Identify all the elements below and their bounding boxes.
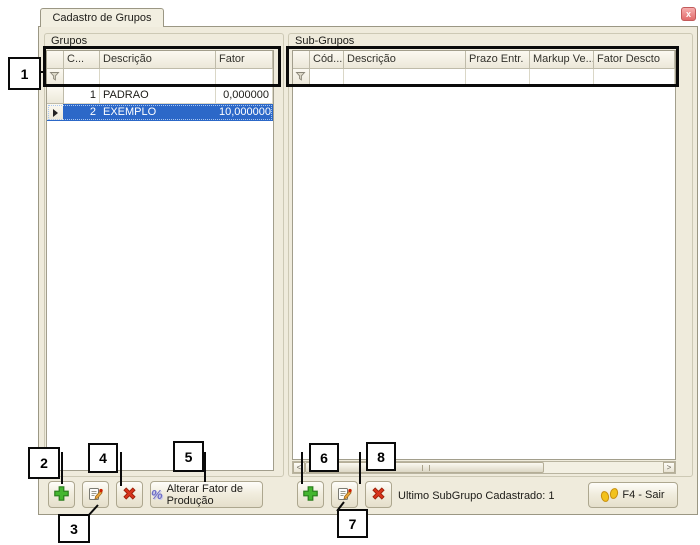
add-icon <box>53 485 70 505</box>
exit-button[interactable]: F4 - Sair <box>588 482 678 508</box>
callout-4: 4 <box>88 443 118 473</box>
tab-cadastro-de-grupos[interactable]: Cadastro de Grupos <box>40 8 164 27</box>
cell-code[interactable]: 2 <box>64 104 100 121</box>
delete-subgroup-button[interactable] <box>365 481 392 508</box>
edit-icon <box>87 485 104 505</box>
groups-grid[interactable]: C... Descrição Fator 1 PADRAO 0,000000 2… <box>46 50 274 471</box>
add-subgroup-button[interactable] <box>297 481 324 508</box>
cell-description[interactable]: EXEMPLO <box>100 104 216 121</box>
callout-7: 7 <box>337 509 368 538</box>
delete-group-button[interactable] <box>116 481 143 508</box>
callout-2: 2 <box>28 447 60 479</box>
cell-code[interactable]: 1 <box>64 87 100 104</box>
delete-icon <box>121 485 138 505</box>
annotation-rect-groups-header <box>43 46 281 87</box>
current-row-arrow-icon <box>53 109 58 117</box>
subgroups-hscrollbar[interactable]: < > <box>292 461 676 474</box>
scrollbar-grip <box>422 465 430 471</box>
status-last-subgroup: Ultimo SubGrupo Cadastrado: 1 <box>398 490 555 502</box>
callout-5: 5 <box>173 441 204 472</box>
table-row[interactable]: 1 PADRAO 0,000000 <box>47 87 273 104</box>
delete-icon <box>370 485 387 505</box>
scroll-right-icon[interactable]: > <box>663 462 675 473</box>
scrollbar-thumb[interactable] <box>305 462 544 473</box>
exit-button-label: F4 - Sair <box>622 489 664 501</box>
row-indicator-current <box>47 104 64 121</box>
tab-label: Cadastro de Grupos <box>52 12 151 24</box>
edit-group-button[interactable] <box>82 481 109 508</box>
cell-factor[interactable]: 10,000000 <box>216 104 273 121</box>
close-icon[interactable]: x <box>681 7 696 21</box>
scroll-left-icon[interactable]: < <box>293 462 305 473</box>
callout-3: 3 <box>58 514 90 543</box>
cell-factor[interactable]: 0,000000 <box>216 87 273 104</box>
alter-factor-label: Alterar Fator de Produção <box>167 483 262 507</box>
row-indicator <box>47 87 64 104</box>
edit-icon <box>336 485 353 505</box>
add-group-button[interactable] <box>48 481 75 508</box>
callout-8: 8 <box>366 442 396 471</box>
add-icon <box>302 485 319 505</box>
footprints-icon <box>601 488 618 502</box>
alter-production-factor-button[interactable]: % Alterar Fator de Produção <box>150 481 263 508</box>
cell-description[interactable]: PADRAO <box>100 87 216 104</box>
edit-subgroup-button[interactable] <box>331 481 358 508</box>
percent-icon: % <box>151 487 163 502</box>
subgroups-grid[interactable]: Cód... Descrição Prazo Entr. Markup Ve..… <box>292 50 676 460</box>
annotation-rect-subgroups-header <box>286 46 679 87</box>
callout-1: 1 <box>8 57 41 90</box>
table-row-selected[interactable]: 2 EXEMPLO 10,000000 <box>47 104 273 121</box>
callout-6: 6 <box>309 443 339 472</box>
